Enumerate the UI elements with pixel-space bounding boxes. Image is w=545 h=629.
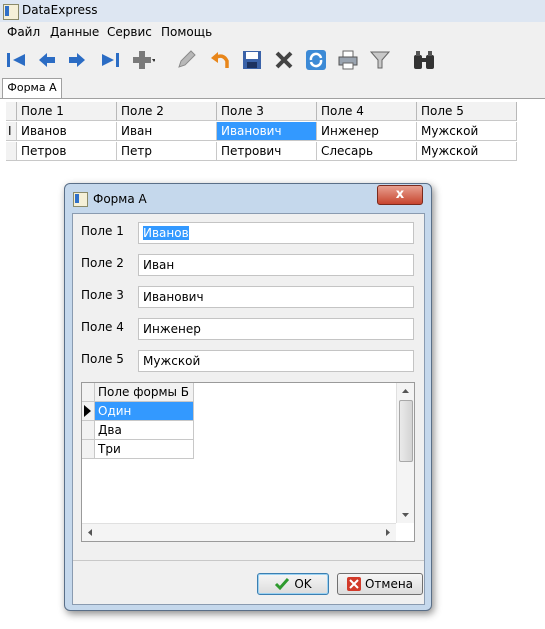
field-1-value: Иванов [143, 226, 189, 240]
find-icon[interactable] [412, 48, 436, 72]
dialog-app-icon [73, 192, 88, 207]
divider [73, 560, 424, 561]
delete-icon[interactable] [272, 48, 296, 72]
first-icon[interactable] [4, 48, 28, 72]
subgrid-column-header[interactable]: Поле формы Б [95, 383, 194, 402]
menu-bar: Файл Данные Сервис Помощь [0, 22, 545, 42]
row-indicator[interactable] [82, 421, 95, 440]
column-header[interactable]: Поле 1 [17, 102, 117, 121]
edit-icon[interactable] [174, 48, 198, 72]
field-3-input[interactable]: Иванович [138, 286, 414, 308]
table-cell[interactable]: Мужской [417, 142, 517, 161]
column-header[interactable]: Поле 5 [417, 102, 517, 121]
print-icon[interactable] [336, 48, 360, 72]
tab-strip: Форма А [0, 78, 545, 99]
window-title: DataExpress [22, 3, 98, 17]
tab-form-a[interactable]: Форма А [2, 78, 62, 98]
save-icon[interactable] [240, 48, 264, 72]
table-row[interactable]: I Иванов Иван Иванович Инженер Мужской [6, 122, 518, 142]
table-cell[interactable]: Иванов [17, 122, 117, 141]
column-header[interactable]: Поле 2 [117, 102, 217, 121]
last-icon[interactable] [99, 48, 123, 72]
field-5-input[interactable]: Мужской [138, 350, 414, 372]
table-cell-selected[interactable]: Иванович [217, 122, 317, 141]
row-indicator[interactable] [6, 142, 17, 161]
field-label: Поле 5 [81, 352, 124, 366]
table-cell[interactable]: Петров [17, 142, 117, 161]
row-indicator-current[interactable] [82, 402, 95, 421]
form-a-dialog: Форма А x Поле 1 Иванов Поле 2 Иван Поле… [64, 183, 432, 611]
add-icon[interactable] [131, 48, 155, 72]
cancel-button[interactable]: Отмена [337, 573, 423, 595]
menu-file[interactable]: Файл [7, 25, 40, 39]
list-item[interactable]: Три [95, 440, 194, 459]
column-header[interactable]: Поле 4 [317, 102, 417, 121]
table-cell[interactable]: Мужской [417, 122, 517, 141]
table-cell[interactable]: Иван [117, 122, 217, 141]
menu-service[interactable]: Сервис [107, 25, 152, 39]
list-item[interactable]: Два [95, 421, 194, 440]
field-label: Поле 1 [81, 224, 124, 238]
field-label: Поле 3 [81, 288, 124, 302]
next-icon[interactable] [66, 48, 90, 72]
table-row[interactable]: Петров Петр Петрович Слесарь Мужской [6, 142, 518, 162]
app-icon [3, 4, 19, 20]
cancel-label: Отмена [364, 577, 414, 591]
row-indicator[interactable]: I [6, 122, 17, 141]
scroll-right-icon[interactable] [382, 524, 394, 541]
subgrid-corner [82, 383, 95, 402]
horizontal-scrollbar[interactable] [82, 523, 396, 541]
column-header[interactable]: Поле 3 [217, 102, 317, 121]
title-bar: DataExpress [0, 0, 545, 23]
ok-button[interactable]: OK [257, 573, 329, 595]
table-cell[interactable]: Слесарь [317, 142, 417, 161]
field-1-input[interactable]: Иванов [138, 222, 414, 244]
table-cell[interactable]: Петр [117, 142, 217, 161]
list-item-selected[interactable]: Один [95, 402, 194, 421]
menu-data[interactable]: Данные [50, 25, 99, 39]
grid-header: Поле 1 Поле 2 Поле 3 Поле 4 Поле 5 [6, 102, 518, 122]
field-2-input[interactable]: Иван [138, 254, 414, 276]
row-indicator[interactable] [82, 440, 95, 459]
refresh-icon[interactable] [304, 48, 328, 72]
close-button[interactable]: x [377, 185, 423, 205]
form-b-grid: Поле формы Б Один Два Три [81, 382, 415, 542]
row-indicator-header [6, 102, 17, 121]
dialog-body: Поле 1 Иванов Поле 2 Иван Поле 3 Иванови… [72, 213, 425, 605]
field-label: Поле 4 [81, 320, 124, 334]
dialog-title: Форма А [93, 192, 147, 206]
table-cell[interactable]: Петрович [217, 142, 317, 161]
check-icon [275, 578, 290, 591]
filter-icon[interactable] [369, 48, 393, 72]
scroll-up-icon[interactable] [397, 385, 414, 397]
toolbar [0, 42, 545, 79]
vertical-scrollbar[interactable] [396, 383, 414, 523]
scroll-left-icon[interactable] [84, 524, 96, 541]
field-4-input[interactable]: Инженер [138, 318, 414, 340]
cancel-icon [346, 577, 361, 591]
undo-icon[interactable] [208, 48, 232, 72]
scrollbar-thumb[interactable] [399, 400, 413, 462]
prev-icon[interactable] [34, 48, 58, 72]
menu-help[interactable]: Помощь [161, 25, 212, 39]
ok-label: OK [294, 577, 312, 591]
field-label: Поле 2 [81, 256, 124, 270]
table-cell[interactable]: Инженер [317, 122, 417, 141]
scroll-down-icon[interactable] [397, 509, 414, 521]
row-pointer-icon [84, 405, 91, 417]
